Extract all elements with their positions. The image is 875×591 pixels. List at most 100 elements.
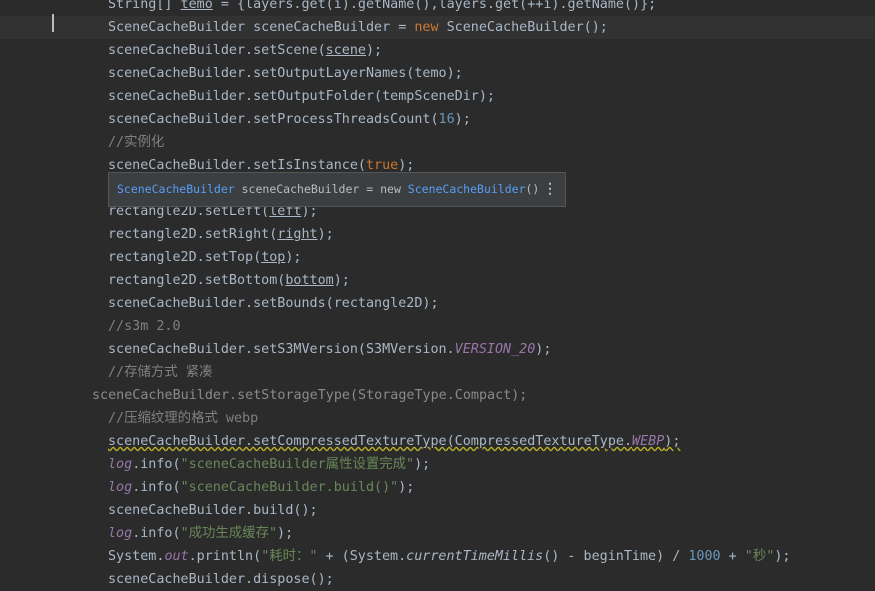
code-line[interactable]: rectangle2D.setRight(right); [0, 223, 875, 246]
code-token: ); [277, 526, 294, 541]
code-token: sceneCacheBuilder.setBounds(rectangle2D)… [108, 296, 439, 311]
code-token: sceneCacheBuilder.setScene( [108, 43, 326, 58]
code-token: rectangle2D.setBottom( [108, 273, 286, 288]
code-token: ); [333, 273, 350, 288]
code-token: SceneCacheBuilder sceneCacheBuilder = [108, 20, 415, 35]
code-token: currentTimeMillis [406, 549, 544, 564]
code-line[interactable]: sceneCacheBuilder.setOutputFolder(tempSc… [0, 85, 875, 108]
code-editor[interactable]: String[] temo = {layers.get(i).getName()… [0, 0, 875, 587]
code-token: rectangle2D.setTop( [108, 250, 262, 265]
code-token: System. [108, 549, 165, 564]
code-line[interactable]: sceneCacheBuilder.setProcessThreadsCount… [0, 108, 875, 131]
code-text: log.info("sceneCacheBuilder属性设置完成"); [108, 453, 430, 476]
code-text: SceneCacheBuilder sceneCacheBuilder = ne… [108, 16, 608, 39]
code-token: temo [180, 0, 213, 12]
code-line[interactable]: log.info("成功生成缓存"); [0, 522, 875, 545]
code-token: ); [414, 457, 431, 472]
code-token: ); [454, 112, 471, 127]
text-caret [52, 14, 54, 32]
code-token: WEBP [632, 434, 665, 449]
code-text: //压缩纹理的格式 webp [108, 407, 258, 430]
code-token: //s3m 2.0 [108, 319, 181, 334]
code-line[interactable]: sceneCacheBuilder.setS3MVersion(S3MVersi… [0, 338, 875, 361]
code-line[interactable]: sceneCacheBuilder.setCompressedTextureTy… [0, 430, 875, 453]
code-token: bottom [285, 273, 334, 288]
code-line[interactable]: String[] temo = {layers.get(i).getName()… [0, 0, 875, 16]
code-text: sceneCacheBuilder.setBounds(rectangle2D)… [108, 292, 439, 315]
code-token: ); [535, 342, 552, 357]
code-text: rectangle2D.setRight(right); [108, 223, 334, 246]
code-token: "秒" [744, 549, 775, 564]
code-token: sceneCacheBuilder.setIsInstance( [108, 158, 366, 173]
code-line[interactable]: rectangle2D.setBottom(bottom); [0, 269, 875, 292]
code-token: .info( [132, 457, 181, 472]
code-text: log.info("sceneCacheBuilder.build()"); [108, 476, 414, 499]
code-token: "耗时：" [261, 549, 318, 564]
code-line[interactable]: //压缩纹理的格式 webp [0, 407, 875, 430]
code-token: .info( [132, 526, 181, 541]
code-text: System.out.println("耗时：" + (System.curre… [108, 545, 790, 568]
code-token: sceneCacheBuilder.build(); [108, 503, 318, 518]
code-line[interactable]: sceneCacheBuilder.build(); [0, 499, 875, 522]
code-token: () - beginTime) / [543, 549, 689, 564]
code-token: ); [664, 434, 681, 449]
code-line[interactable]: SceneCacheBuilder sceneCacheBuilder = ne… [0, 16, 875, 39]
code-line[interactable]: rectangle2D.setTop(top); [0, 246, 875, 269]
code-line[interactable]: log.info("sceneCacheBuilder属性设置完成"); [0, 453, 875, 476]
code-token: sceneCacheBuilder.setStorageType(Storage… [92, 388, 528, 403]
code-token: sceneCacheBuilder.setProcessThreadsCount… [108, 112, 439, 127]
code-token: ); [317, 227, 334, 242]
code-line[interactable]: sceneCacheBuilder.dispose(); [0, 568, 875, 591]
code-text: sceneCacheBuilder.setS3MVersion(S3MVersi… [108, 338, 551, 361]
code-token: ); [398, 480, 415, 495]
code-token: + [720, 549, 745, 564]
code-text: sceneCacheBuilder.dispose(); [108, 568, 334, 591]
code-text: sceneCacheBuilder.setScene(scene); [108, 39, 382, 62]
code-text: sceneCacheBuilder.setStorageType(Storage… [92, 384, 527, 407]
code-line[interactable]: sceneCacheBuilder.setStorageType(Storage… [0, 384, 875, 407]
code-line[interactable]: sceneCacheBuilder.setOutputLayerNames(te… [0, 62, 875, 85]
code-text: String[] temo = {layers.get(i).getName()… [108, 0, 656, 16]
code-token: sceneCacheBuilder.setS3MVersion(S3MVersi… [108, 342, 455, 357]
code-token: //实例化 [108, 135, 165, 150]
code-token: log [108, 457, 133, 472]
code-text: //s3m 2.0 [108, 315, 181, 338]
hint-constructor: SceneCacheBuilder [407, 182, 526, 196]
code-text: sceneCacheBuilder.setOutputFolder(tempSc… [108, 85, 495, 108]
code-text: sceneCacheBuilder.build(); [108, 499, 318, 522]
code-text: rectangle2D.setTop(top); [108, 246, 302, 269]
code-line[interactable]: log.info("sceneCacheBuilder.build()"); [0, 476, 875, 499]
code-token: sceneCacheBuilder.setOutputFolder(tempSc… [108, 89, 495, 104]
code-token: //压缩纹理的格式 webp [108, 411, 259, 426]
code-text: sceneCacheBuilder.setOutputLayerNames(te… [108, 62, 463, 85]
code-line[interactable]: sceneCacheBuilder.setBounds(rectangle2D)… [0, 292, 875, 315]
code-text: rectangle2D.setBottom(bottom); [108, 269, 350, 292]
code-token: out [164, 549, 189, 564]
code-token: log [108, 526, 133, 541]
code-token: rectangle2D.setRight( [108, 227, 278, 242]
code-token: VERSION_20 [454, 342, 536, 357]
code-token: ); [365, 43, 383, 58]
code-token: right [277, 227, 318, 242]
parameter-hint-popup: SceneCacheBuilder sceneCacheBuilder = ne… [108, 172, 566, 207]
code-token: SceneCacheBuilder(); [446, 20, 608, 35]
code-token: //存储方式 紧凑 [108, 365, 213, 380]
code-line[interactable]: System.out.println("耗时：" + (System.curre… [0, 545, 875, 568]
code-token: .println( [188, 549, 262, 564]
code-token: ); [285, 250, 302, 265]
code-line[interactable]: sceneCacheBuilder.setScene(scene); [0, 39, 875, 62]
hint-middle: sceneCacheBuilder = new [234, 182, 408, 196]
code-text: //实例化 [108, 131, 164, 154]
code-line[interactable]: //存储方式 紧凑 [0, 361, 875, 384]
code-text: sceneCacheBuilder.setProcessThreadsCount… [108, 108, 471, 131]
code-line[interactable]: //实例化 [0, 131, 875, 154]
code-token: "sceneCacheBuilder.build()" [180, 480, 399, 495]
code-token: scene [325, 43, 366, 58]
code-token: "sceneCacheBuilder属性设置完成" [180, 457, 415, 472]
code-token: sceneCacheBuilder.setOutputLayerNames(te… [108, 66, 463, 81]
more-options-icon[interactable]: ⋮ [543, 173, 557, 206]
code-line[interactable]: //s3m 2.0 [0, 315, 875, 338]
code-text: sceneCacheBuilder.setCompressedTextureTy… [108, 430, 680, 453]
code-token: 1000 [688, 549, 721, 564]
code-token: true [365, 158, 399, 173]
